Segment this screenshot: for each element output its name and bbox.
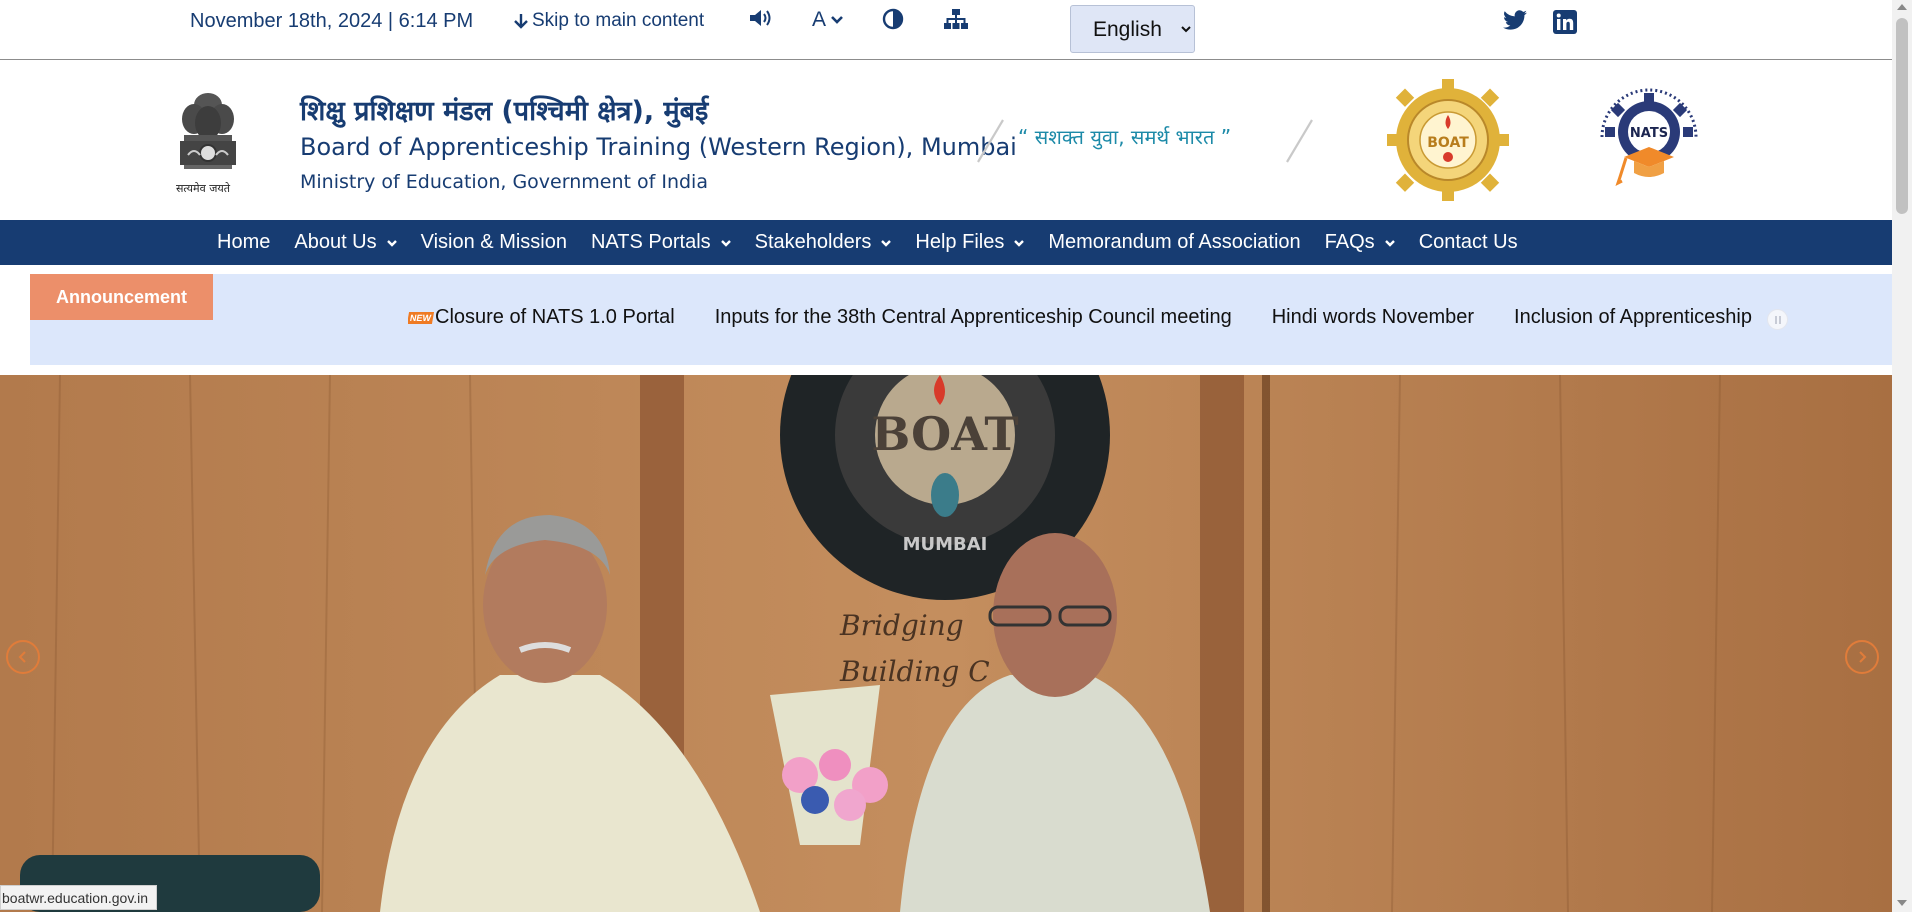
skip-to-content-link[interactable]: Skip to main content	[514, 10, 704, 32]
language-select[interactable]: English	[1070, 5, 1195, 53]
emblem-motto: सत्यमेव जयते	[176, 182, 231, 195]
announcement-item-label: Closure of NATS 1.0 Portal	[435, 306, 675, 328]
nav-item-vision-mission[interactable]: Vision & Mission	[409, 231, 579, 254]
contrast-icon	[882, 8, 904, 30]
slider-next-button[interactable]	[1845, 640, 1879, 674]
nav-item-label: Memorandum of Association	[1048, 231, 1301, 253]
announcement-item[interactable]: Hindi words November	[1272, 306, 1474, 329]
announcement-ticker: NEW Closure of NATS 1.0 Portal Inputs for …	[408, 306, 1763, 336]
screen-reader-button[interactable]	[748, 8, 772, 28]
site-header: सत्यमेव जयते शिक्षु प्रशिक्षण मंडल (पश्च…	[0, 61, 1892, 220]
site-title-hindi: शिक्षु प्रशिक्षण मंडल (पश्चिमी क्षेत्र),…	[300, 96, 709, 127]
nav-item-label: Vision & Mission	[420, 231, 567, 253]
nav-item-home[interactable]: Home	[205, 231, 282, 254]
nav-item-nats-portals[interactable]: NATS Portals	[579, 231, 743, 254]
chevron-down-icon	[720, 239, 731, 247]
hero-wall-text-1: Bridging	[839, 609, 964, 642]
nav-item-label: FAQs	[1324, 231, 1375, 253]
boat-logo-icon: BOAT	[1387, 79, 1509, 201]
announcement-item[interactable]: Inputs for the 38th Central Apprenticesh…	[715, 306, 1232, 329]
scroll-down-arrow[interactable]	[1897, 900, 1907, 906]
chevron-down-icon	[1384, 239, 1395, 247]
slider-prev-button[interactable]	[6, 640, 40, 674]
sitemap-button[interactable]	[943, 8, 969, 30]
linkedin-icon	[1553, 10, 1577, 34]
new-badge: NEW	[408, 311, 435, 324]
contrast-button[interactable]	[882, 8, 904, 30]
announcement-item-label: Inclusion of Apprenticeship	[1514, 306, 1752, 328]
skip-label: Skip to main content	[532, 10, 705, 31]
sitemap-icon	[944, 9, 968, 29]
scrollbar-thumb[interactable]	[1896, 18, 1908, 214]
chevron-down-icon	[386, 239, 397, 247]
hero-wall-text-2: Building C	[839, 655, 990, 688]
hero-sign-subtext: MUMBAI	[903, 534, 988, 555]
ministry-subtitle: Ministry of Education, Government of Ind…	[300, 171, 708, 193]
ticker-pause-button[interactable]	[1767, 309, 1788, 330]
hero-slider: BOAT MUMBAI Bridging Building C	[0, 375, 1892, 912]
nav-item-label: Contact Us	[1418, 231, 1518, 253]
slogan: “ सशक्त युवा, समर्थ भारत ”	[1018, 125, 1232, 149]
nats-logo-text: NATS	[1630, 126, 1668, 141]
announcement-tag: Announcement	[30, 274, 213, 320]
volume-icon	[750, 10, 771, 26]
site-title-english: Board of Apprenticeship Training (Wester…	[300, 133, 1017, 161]
linkedin-link[interactable]	[1553, 10, 1577, 34]
hero-slide-image: BOAT MUMBAI Bridging Building C	[0, 375, 1892, 912]
chevron-down-icon	[831, 16, 843, 24]
twitter-icon	[1503, 10, 1527, 30]
announcement-item-label: Inputs for the 38th Central Apprenticesh…	[714, 306, 1232, 328]
main-nav: Home About Us Vision & Mission NATS Portals…	[0, 220, 1892, 265]
utility-bar: November 18th, 2024 | 6:14 PM Skip to ma…	[0, 0, 1892, 60]
nav-item-contact-us[interactable]: Contact Us	[1407, 231, 1530, 254]
font-size-icon: A	[812, 8, 827, 31]
nav-item-label: Home	[217, 231, 271, 253]
nav-item-faqs[interactable]: FAQs	[1313, 231, 1407, 254]
nav-list: Home About Us Vision & Mission NATS Portals…	[205, 220, 1530, 265]
hero-sign-text: BOAT	[871, 407, 1018, 461]
arrow-down-icon	[514, 14, 528, 29]
announcement-item-label: Hindi words November	[1271, 306, 1475, 328]
nav-item-label: About Us	[294, 231, 377, 253]
nats-logo-icon: NATS	[1600, 88, 1698, 186]
page: November 18th, 2024 | 6:14 PM Skip to ma…	[0, 0, 1912, 912]
chevron-left-icon	[18, 651, 26, 663]
status-url: boatwr.education.gov.in	[0, 885, 158, 910]
nav-item-label: Help Files	[915, 231, 1005, 253]
announcement-item[interactable]: NEW Closure of NATS 1.0 Portal	[408, 306, 675, 329]
nav-item-label: Stakeholders	[754, 231, 872, 253]
current-datetime: November 18th, 2024 | 6:14 PM	[190, 10, 474, 32]
announcement-item[interactable]: Inclusion of Apprenticeship	[1514, 306, 1752, 329]
nav-item-about-us[interactable]: About Us	[282, 231, 408, 254]
nav-item-stakeholders[interactable]: Stakeholders	[743, 231, 904, 254]
boat-logo-text: BOAT	[1427, 135, 1469, 151]
pause-icon	[1774, 315, 1781, 324]
chevron-down-icon	[1014, 239, 1025, 247]
nav-item-help-files[interactable]: Help Files	[903, 231, 1036, 254]
nav-item-label: NATS Portals	[590, 231, 711, 253]
nav-item-memorandum-of-association[interactable]: Memorandum of Association	[1036, 231, 1312, 254]
font-size-button[interactable]: A	[812, 8, 844, 32]
scroll-up-arrow[interactable]	[1897, 4, 1907, 10]
twitter-link[interactable]	[1502, 10, 1528, 32]
chevron-down-icon	[881, 239, 892, 247]
chevron-right-icon	[1859, 651, 1867, 663]
